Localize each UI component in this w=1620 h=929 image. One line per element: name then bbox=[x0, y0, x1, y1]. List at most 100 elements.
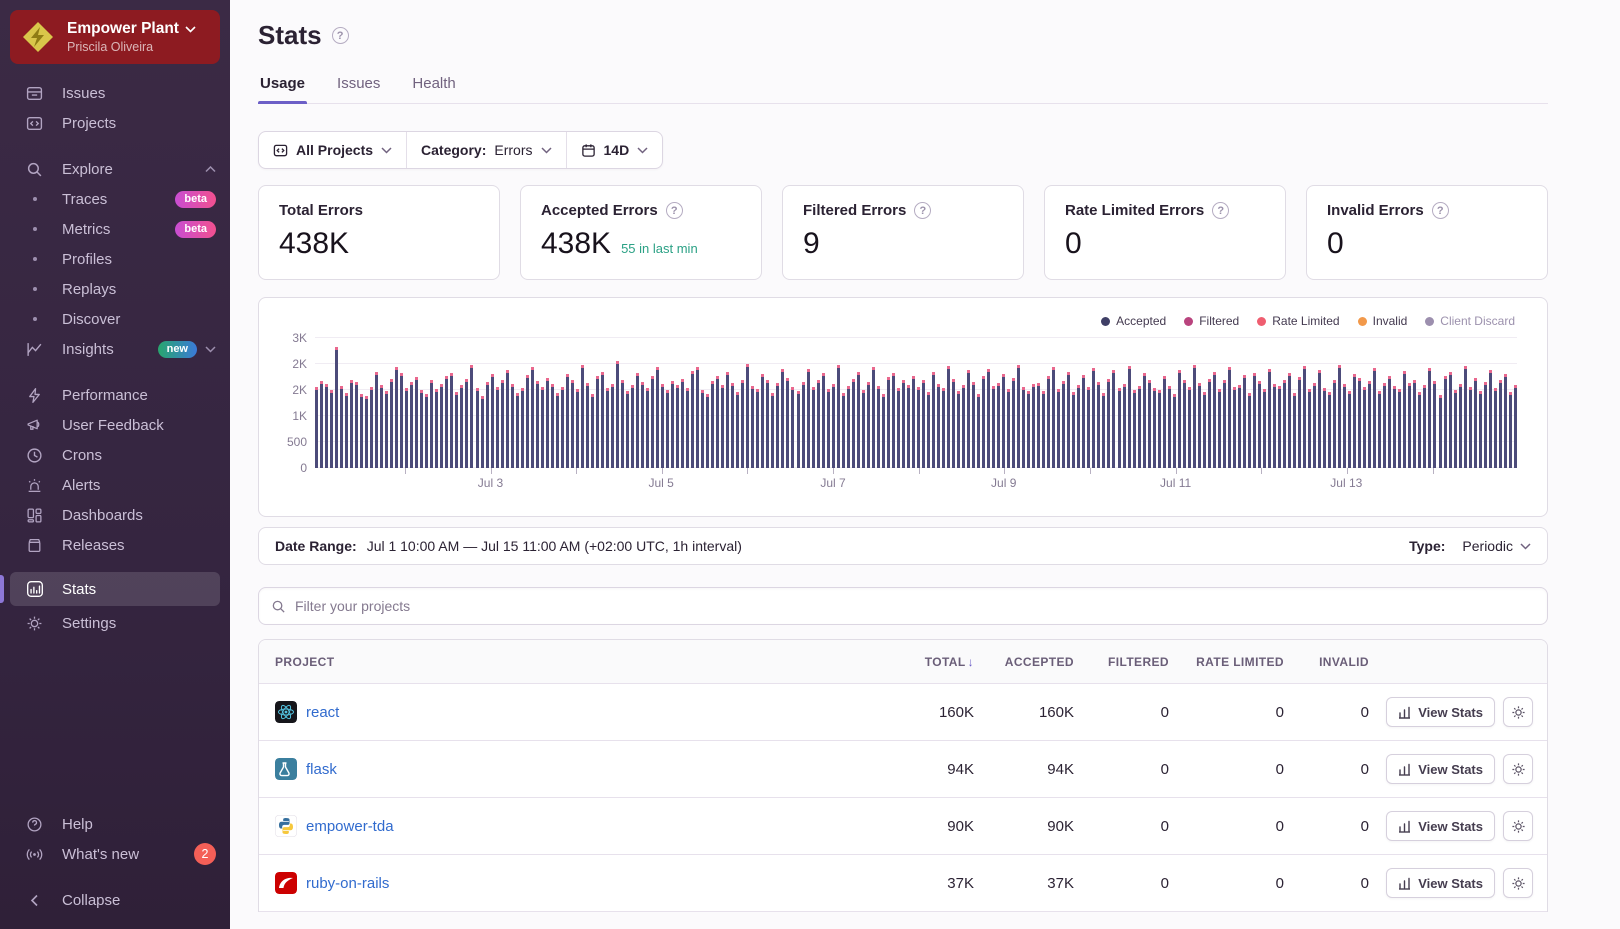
sidebar-item-user-feedback[interactable]: User Feedback bbox=[0, 410, 230, 440]
invalid-value: 0 bbox=[1360, 703, 1369, 721]
sidebar-item-projects[interactable]: Projects bbox=[0, 108, 230, 138]
view-stats-button[interactable]: View Stats bbox=[1386, 754, 1495, 784]
type-selector[interactable]: Type: Periodic bbox=[1409, 538, 1531, 554]
tab-health[interactable]: Health bbox=[410, 75, 457, 103]
chart-bar bbox=[1032, 383, 1036, 468]
chart-bar bbox=[761, 373, 765, 468]
search-input[interactable] bbox=[295, 598, 1535, 614]
chart-bar bbox=[1202, 391, 1206, 468]
sidebar-item-stats[interactable]: Stats bbox=[0, 572, 220, 606]
sidebar-item-traces[interactable]: Traces beta bbox=[0, 184, 230, 214]
project-link[interactable]: react bbox=[306, 704, 339, 721]
view-stats-button[interactable]: View Stats bbox=[1386, 697, 1495, 727]
sidebar-item-label: Help bbox=[62, 815, 93, 833]
card-title: Invalid Errors bbox=[1327, 202, 1424, 219]
chart-bar bbox=[470, 365, 474, 468]
chart-bar bbox=[1167, 385, 1171, 468]
help-icon[interactable]: ? bbox=[1212, 202, 1230, 219]
calendar-icon bbox=[581, 143, 596, 158]
column-filtered[interactable]: FILTERED bbox=[1082, 655, 1177, 669]
sidebar-item-issues[interactable]: Issues bbox=[0, 78, 230, 108]
x-tick-label: Jul 11 bbox=[1160, 476, 1192, 490]
chart-bar bbox=[545, 377, 549, 468]
sidebar-item-insights[interactable]: Insights new bbox=[0, 334, 230, 364]
help-icon[interactable]: ? bbox=[914, 202, 932, 219]
category-filter-dropdown[interactable]: Category: Errors bbox=[406, 132, 565, 168]
bar-chart-icon bbox=[1399, 763, 1411, 776]
chart-bar bbox=[681, 378, 685, 468]
sidebar-item-settings[interactable]: Settings bbox=[0, 608, 230, 638]
sidebar-item-explore[interactable]: Explore bbox=[0, 154, 230, 184]
org-switcher[interactable]: Empower Plant Priscila Oliveira bbox=[10, 10, 220, 64]
sidebar-item-performance[interactable]: Performance bbox=[0, 380, 230, 410]
chart-bar bbox=[1378, 390, 1382, 468]
chart-bar bbox=[1097, 381, 1101, 468]
sidebar-item-metrics[interactable]: Metrics beta bbox=[0, 214, 230, 244]
chart-bar bbox=[1247, 392, 1251, 468]
sidebar-item-releases[interactable]: Releases bbox=[0, 530, 230, 560]
accepted-value: 90K bbox=[1047, 817, 1074, 835]
tab-issues[interactable]: Issues bbox=[335, 75, 382, 103]
chart-bar bbox=[726, 371, 730, 468]
chart-bar bbox=[465, 378, 469, 468]
y-tick-label: 3K bbox=[292, 331, 307, 345]
y-tick-label: 2K bbox=[292, 383, 307, 397]
chevron-down-icon bbox=[1520, 542, 1531, 550]
project-settings-button[interactable] bbox=[1503, 811, 1533, 841]
sidebar-item-help[interactable]: Help bbox=[0, 809, 230, 839]
sidebar-item-crons[interactable]: Crons bbox=[0, 440, 230, 470]
project-filter-dropdown[interactable]: All Projects bbox=[259, 132, 406, 168]
sidebar-item-discover[interactable]: Discover bbox=[0, 304, 230, 334]
sidebar: Empower Plant Priscila Oliveira Issues P… bbox=[0, 0, 230, 929]
column-accepted[interactable]: ACCEPTED bbox=[982, 655, 1082, 669]
bullet-icon bbox=[32, 287, 37, 291]
legend-item[interactable]: Client Discard bbox=[1425, 314, 1515, 328]
chart-bar bbox=[1072, 392, 1076, 468]
bullet-icon bbox=[32, 257, 37, 261]
chart-bar bbox=[1333, 379, 1337, 468]
column-invalid[interactable]: INVALID bbox=[1292, 655, 1377, 669]
chart-bar bbox=[1162, 376, 1166, 468]
legend-item[interactable]: Rate Limited bbox=[1257, 314, 1340, 328]
date-range-dropdown[interactable]: 14D bbox=[565, 132, 663, 168]
column-total[interactable]: TOTAL ↓ bbox=[887, 655, 982, 669]
chart-bar bbox=[696, 366, 700, 468]
chart-bar bbox=[590, 394, 594, 468]
view-stats-button[interactable]: View Stats bbox=[1386, 811, 1495, 841]
chart-bar bbox=[1343, 383, 1347, 468]
help-icon[interactable]: ? bbox=[1431, 202, 1449, 219]
sidebar-item-dashboards[interactable]: Dashboards bbox=[0, 500, 230, 530]
tab-usage[interactable]: Usage bbox=[258, 75, 308, 104]
siren-icon bbox=[25, 476, 44, 495]
accepted-value: 37K bbox=[1047, 874, 1074, 892]
project-settings-button[interactable] bbox=[1503, 754, 1533, 784]
sidebar-item-whats-new[interactable]: What's new 2 bbox=[0, 839, 230, 869]
chart-bar bbox=[671, 380, 675, 468]
sidebar-item-profiles[interactable]: Profiles bbox=[0, 244, 230, 274]
sidebar-item-label: Discover bbox=[62, 310, 121, 328]
legend-item[interactable]: Filtered bbox=[1184, 314, 1239, 328]
sidebar-item-label: What's new bbox=[62, 845, 140, 863]
project-link[interactable]: ruby-on-rails bbox=[306, 875, 389, 892]
chart-bar bbox=[1232, 386, 1236, 468]
project-link[interactable]: empower-tda bbox=[306, 818, 394, 835]
sidebar-collapse-button[interactable]: Collapse bbox=[0, 885, 230, 915]
page-help-icon[interactable]: ? bbox=[331, 27, 349, 44]
project-link[interactable]: flask bbox=[306, 761, 337, 778]
column-project[interactable]: PROJECT bbox=[259, 655, 887, 669]
view-stats-button[interactable]: View Stats bbox=[1386, 868, 1495, 898]
project-settings-button[interactable] bbox=[1503, 868, 1533, 898]
legend-item[interactable]: Accepted bbox=[1101, 314, 1166, 328]
sidebar-item-replays[interactable]: Replays bbox=[0, 274, 230, 304]
column-rate-limited[interactable]: RATE LIMITED bbox=[1177, 655, 1292, 669]
card-filtered-errors: Filtered Errors? 9 bbox=[782, 185, 1024, 280]
chart-bar bbox=[1147, 379, 1151, 468]
project-settings-button[interactable] bbox=[1503, 697, 1533, 727]
date-range-bar: Date Range: Jul 1 10:00 AM — Jul 15 11:0… bbox=[258, 527, 1548, 565]
card-title: Rate Limited Errors bbox=[1065, 202, 1205, 219]
sidebar-item-alerts[interactable]: Alerts bbox=[0, 470, 230, 500]
help-icon[interactable]: ? bbox=[665, 202, 683, 219]
legend-dot-icon bbox=[1257, 316, 1267, 326]
chart-bar bbox=[450, 372, 454, 468]
legend-item[interactable]: Invalid bbox=[1357, 314, 1407, 328]
